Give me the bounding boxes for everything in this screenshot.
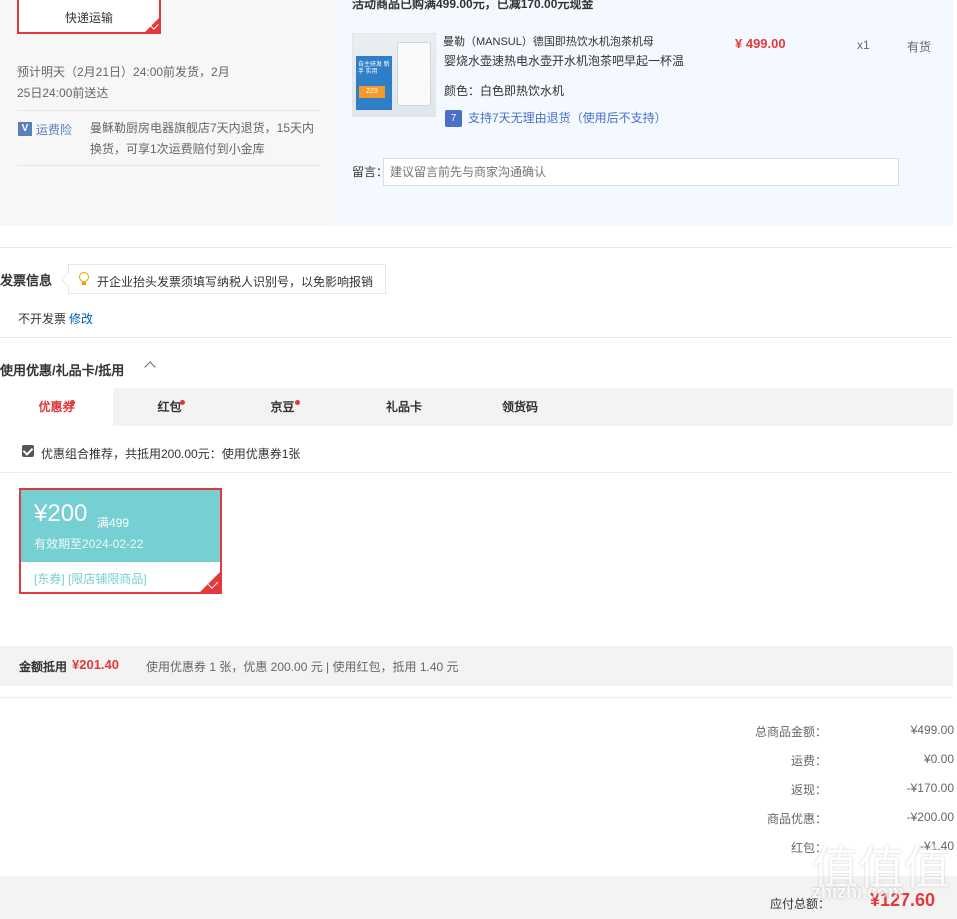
memo-input[interactable] [383, 158, 899, 186]
delivery-estimate: 预计明天（2月21日）24:00前发货，2月25日24:00前送达 [17, 65, 230, 100]
tab-label: 红包 [157, 400, 182, 414]
invoice-title: 发票信息 [0, 273, 53, 288]
recommend-text: 优惠组合推荐，共抵用200.00元：使用优惠券1张 [41, 447, 301, 461]
invoice-status: 不开发票 [18, 312, 67, 326]
invoice-tip-text: 开企业抬头发票须填写纳税人识别号，以免影响报销 [97, 275, 374, 289]
selected-check-icon [200, 572, 220, 592]
watermark-site: zhizhi.com [812, 882, 905, 902]
insurance-link[interactable]: 运费险 [36, 121, 72, 138]
coupon-condition: 满499 [97, 516, 130, 530]
divider [0, 472, 953, 473]
thumb-device-art [397, 42, 431, 106]
shipping-method-button[interactable]: 快递运输 [17, 0, 161, 34]
total-label: 返现： [790, 783, 827, 797]
tab-coupon[interactable]: 优惠券 [0, 388, 113, 426]
total-label: 总商品金额： [754, 725, 827, 739]
tab-label: 领货码 [501, 400, 538, 414]
shipping-method-label: 快递运输 [64, 11, 113, 25]
deduction-bar: 金额抵用 ¥201.40 使用优惠券 1 张，优惠 200.00 元 | 使用红… [0, 646, 953, 686]
coupon-section-title[interactable]: 使用优惠/礼品卡/抵用 [0, 360, 124, 379]
total-value: -¥200.00 [906, 810, 954, 824]
product-name[interactable]: 婴烧水壶速热电水壶开水机泡茶吧早起一杯温 [444, 52, 704, 69]
stock-status: 有货 [907, 40, 932, 54]
divider [0, 697, 953, 698]
insurance-icon: V [18, 122, 32, 136]
total-value: ¥0.00 [923, 752, 954, 766]
promo-header: 活动商品已购满499.00元，已减170.00元现金 [352, 0, 594, 11]
color-value: 白色即热饮水机 [480, 84, 565, 98]
tab-gift-card[interactable]: 礼品卡 [346, 388, 462, 426]
coupon-card[interactable]: ¥200 满499 有效期至2024-02-22 [东券] [限店铺限商品] [19, 488, 222, 594]
thumb-price-tag: 229 [359, 86, 385, 98]
total-value: ¥499.00 [910, 723, 954, 737]
divider [0, 247, 953, 248]
product-color: 颜色：白色即热饮水机 [444, 82, 564, 99]
invoice-tip: 开企业抬头发票须填写纳税人识别号，以免影响报销 [68, 264, 386, 294]
divider [17, 165, 320, 166]
coupon-amount: ¥200 [34, 500, 88, 527]
thumb-text: 自主研发 新手 实用 [358, 62, 390, 75]
thumb-box-art: 自主研发 新手 实用 [356, 56, 392, 110]
product-quantity: x1 [857, 38, 870, 52]
invoice-edit-link[interactable]: 修改 [69, 310, 93, 327]
tab-jingdou[interactable]: 京豆 [226, 388, 339, 426]
total-label: 运费： [790, 754, 827, 768]
notification-dot [295, 400, 300, 405]
recommend-checkbox[interactable] [22, 445, 34, 457]
watermark: 值值值 zhizhi.com [812, 832, 957, 902]
coupon-validity: 有效期至2024-02-22 [34, 537, 144, 551]
total-value: -¥170.00 [906, 781, 954, 795]
product-price: ¥ 499.00 [735, 36, 786, 51]
tab-redeem-code[interactable]: 领货码 [462, 388, 578, 426]
notification-dot [180, 400, 185, 405]
product-thumbnail[interactable]: 自主研发 新手 实用 229 [352, 33, 436, 117]
color-label: 颜色： [444, 84, 481, 98]
lightbulb-icon [79, 272, 89, 285]
chevron-up-icon[interactable] [144, 361, 156, 373]
tab-red-packet[interactable]: 红包 [113, 388, 226, 426]
insurance-text: 曼稣勒厨房电器旗舰店7天内退货，15天内换货，可享1次运费赔付到小金库 [90, 121, 315, 156]
coupon-tags: [东券] [限店铺限商品] [34, 572, 147, 586]
deduction-label: 金额抵用 [19, 660, 68, 674]
return-policy-link[interactable]: 支持7天无理由退货（使用后不支持） [468, 109, 667, 126]
notification-dot [70, 400, 75, 405]
selected-check-icon [145, 18, 159, 32]
divider [17, 110, 320, 111]
coupon-header: ¥200 满499 有效期至2024-02-22 [21, 490, 220, 562]
coupon-tabs: 优惠券 红包 京豆 礼品卡 领货码 [0, 388, 953, 426]
divider [0, 337, 953, 338]
return-policy-icon: 7 [445, 110, 462, 127]
tab-label: 京豆 [270, 400, 295, 414]
tab-label: 礼品卡 [385, 400, 422, 414]
total-label: 商品优惠： [766, 812, 827, 826]
deduction-detail: 使用优惠券 1 张，优惠 200.00 元 | 使用红包，抵用 1.40 元 [146, 660, 459, 674]
deduction-amount: ¥201.40 [72, 657, 119, 672]
product-brand[interactable]: 曼勒（MANSUL）德国即热饮水机泡茶机母 [443, 33, 654, 49]
total-label: 红包： [790, 841, 827, 855]
